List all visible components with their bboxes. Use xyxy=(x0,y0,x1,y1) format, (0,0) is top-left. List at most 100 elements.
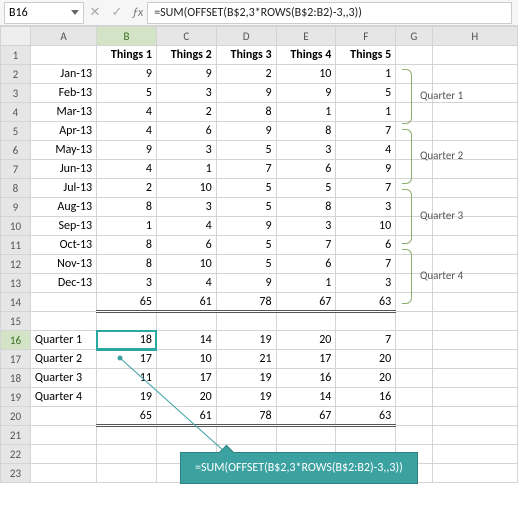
cell[interactable]: 5 xyxy=(216,255,276,274)
cell[interactable]: 61 xyxy=(156,293,216,312)
cell[interactable]: May-13 xyxy=(30,141,96,160)
name-box[interactable]: B16 xyxy=(4,2,84,24)
cell[interactable]: 9 xyxy=(276,84,336,103)
cell[interactable]: Apr-13 xyxy=(30,122,96,141)
row-header[interactable]: 8 xyxy=(1,179,31,198)
cell[interactable] xyxy=(432,179,518,198)
cell[interactable]: Things 3 xyxy=(216,46,276,65)
cell[interactable]: 9 xyxy=(216,274,276,293)
cell[interactable]: 65 xyxy=(97,293,157,312)
select-all-corner[interactable] xyxy=(1,27,31,46)
cell[interactable] xyxy=(276,426,336,445)
cell[interactable]: 2 xyxy=(97,179,157,198)
row-header[interactable]: 16 xyxy=(1,331,31,350)
cell[interactable] xyxy=(396,369,432,388)
cell[interactable] xyxy=(396,388,432,407)
cell[interactable] xyxy=(156,312,216,331)
cell[interactable] xyxy=(432,65,518,84)
cell[interactable] xyxy=(432,331,518,350)
cell[interactable]: 5 xyxy=(97,84,157,103)
row-header[interactable]: 23 xyxy=(1,464,31,483)
cell-active-B16[interactable]: 18 xyxy=(97,331,157,350)
cell[interactable] xyxy=(432,445,518,464)
cell[interactable]: 11 xyxy=(97,369,157,388)
row-header[interactable]: 7 xyxy=(1,160,31,179)
cell[interactable]: Jan-13 xyxy=(30,65,96,84)
cancel-icon[interactable]: ✕ xyxy=(84,5,106,20)
cell[interactable]: 9 xyxy=(216,84,276,103)
cell[interactable] xyxy=(432,464,518,483)
cell[interactable]: 3 xyxy=(336,198,396,217)
cell[interactable]: 6 xyxy=(336,236,396,255)
cell[interactable] xyxy=(432,160,518,179)
cell[interactable]: Sep-13 xyxy=(30,217,96,236)
row-header[interactable]: 5 xyxy=(1,122,31,141)
cell[interactable] xyxy=(432,312,518,331)
row-header[interactable]: 17 xyxy=(1,350,31,369)
cell[interactable] xyxy=(432,407,518,426)
cell[interactable] xyxy=(432,369,518,388)
cell[interactable] xyxy=(30,426,96,445)
cell[interactable]: 8 xyxy=(276,122,336,141)
cell[interactable]: 63 xyxy=(336,293,396,312)
cell[interactable]: 17 xyxy=(97,350,157,369)
cell[interactable]: 10 xyxy=(336,217,396,236)
cell[interactable]: 8 xyxy=(97,255,157,274)
cell[interactable]: Things 4 xyxy=(276,46,336,65)
cell[interactable] xyxy=(216,426,276,445)
cell[interactable] xyxy=(432,350,518,369)
cell[interactable]: 78 xyxy=(216,293,276,312)
cell[interactable]: 7 xyxy=(336,331,396,350)
cell[interactable]: 7 xyxy=(276,236,336,255)
cell[interactable]: 20 xyxy=(336,369,396,388)
cell[interactable]: 17 xyxy=(156,369,216,388)
cell[interactable]: 3 xyxy=(156,198,216,217)
cell[interactable]: 9 xyxy=(336,160,396,179)
cell[interactable]: Feb-13 xyxy=(30,84,96,103)
cell[interactable]: Oct-13 xyxy=(30,236,96,255)
row-header[interactable]: 1 xyxy=(1,46,31,65)
row-header[interactable]: 2 xyxy=(1,65,31,84)
cell[interactable] xyxy=(30,445,96,464)
cell[interactable]: 6 xyxy=(276,255,336,274)
cell[interactable]: 3 xyxy=(156,84,216,103)
cell[interactable]: 6 xyxy=(156,122,216,141)
cell[interactable]: 1 xyxy=(97,217,157,236)
cell[interactable]: 20 xyxy=(336,350,396,369)
cell[interactable] xyxy=(432,388,518,407)
cell[interactable] xyxy=(216,312,276,331)
cell[interactable] xyxy=(30,464,96,483)
cell[interactable]: 10 xyxy=(156,179,216,198)
cell[interactable]: 14 xyxy=(276,388,336,407)
cell[interactable]: 9 xyxy=(156,65,216,84)
cell[interactable]: 3 xyxy=(156,141,216,160)
cell[interactable] xyxy=(396,350,432,369)
cell[interactable]: 19 xyxy=(216,331,276,350)
cell[interactable]: 5 xyxy=(216,236,276,255)
row-header[interactable]: 3 xyxy=(1,84,31,103)
row-header[interactable]: 19 xyxy=(1,388,31,407)
cell[interactable]: 7 xyxy=(216,160,276,179)
cell[interactable]: 4 xyxy=(336,141,396,160)
chevron-down-icon[interactable] xyxy=(71,10,79,15)
cell[interactable]: 2 xyxy=(156,103,216,122)
cell[interactable]: 7 xyxy=(336,179,396,198)
cell[interactable]: 14 xyxy=(156,331,216,350)
cell[interactable]: 78 xyxy=(216,407,276,426)
cell[interactable] xyxy=(432,236,518,255)
cell[interactable]: 20 xyxy=(156,388,216,407)
col-header-F[interactable]: F xyxy=(336,27,396,46)
formula-input[interactable]: =SUM(OFFSET(B$2,3*ROWS(B$2:B2)-3,,3)) xyxy=(147,2,512,24)
cell[interactable]: 21 xyxy=(216,350,276,369)
cell[interactable] xyxy=(97,426,157,445)
cell[interactable] xyxy=(396,331,432,350)
cell[interactable]: 9 xyxy=(216,217,276,236)
cell[interactable]: 19 xyxy=(216,369,276,388)
row-header[interactable]: 9 xyxy=(1,198,31,217)
row-header[interactable]: 11 xyxy=(1,236,31,255)
cell[interactable]: 19 xyxy=(216,388,276,407)
cell[interactable]: 20 xyxy=(276,331,336,350)
cell[interactable] xyxy=(396,46,432,65)
cell[interactable]: Quarter 4 xyxy=(30,388,96,407)
fx-icon[interactable]: ƒx xyxy=(132,6,143,20)
